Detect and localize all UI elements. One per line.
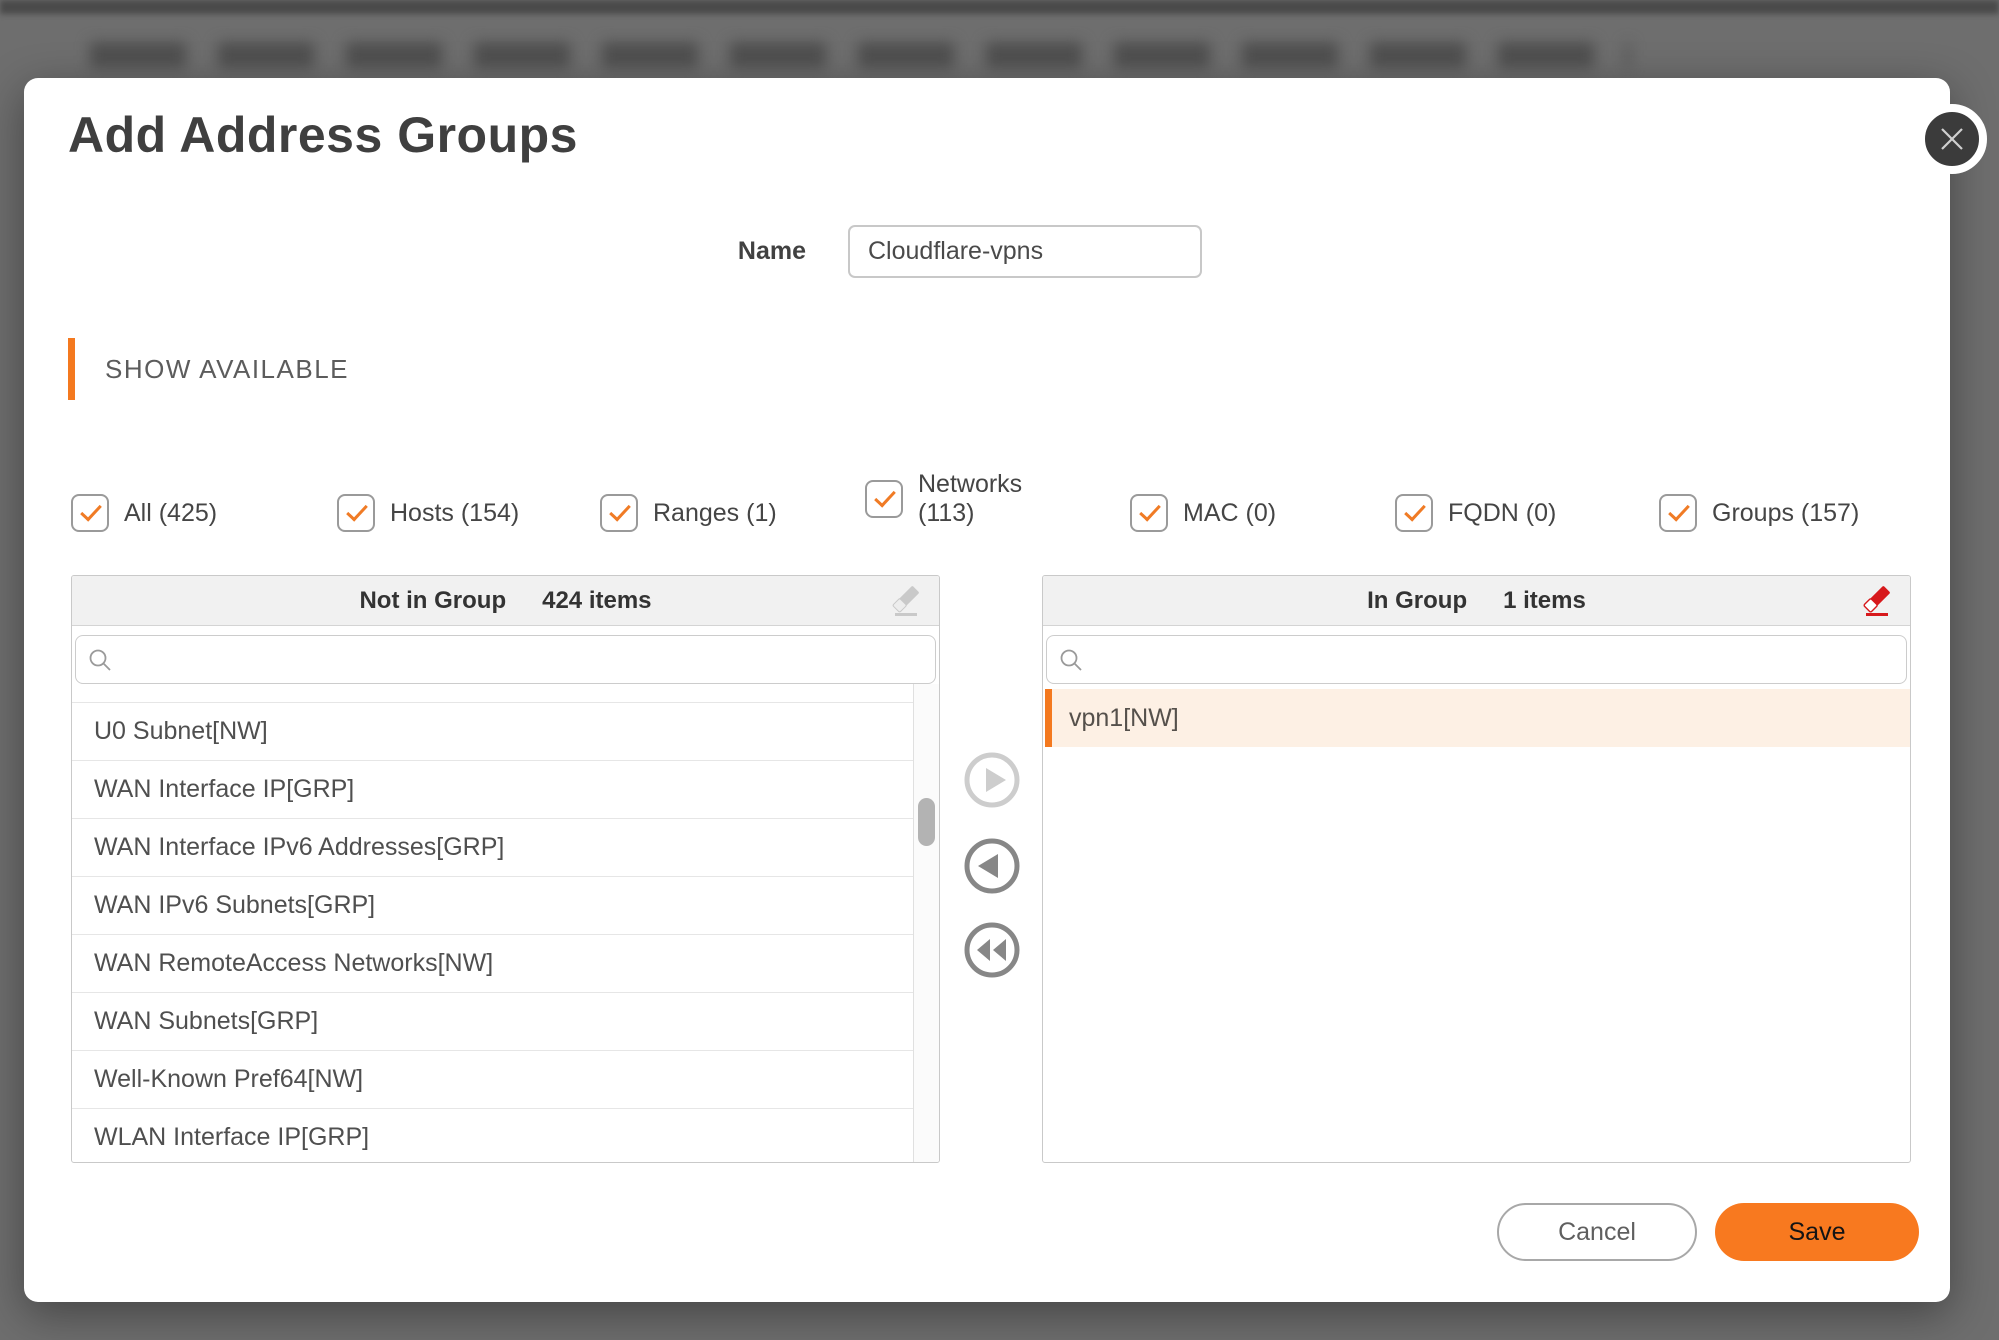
list-item[interactable]: WAN Subnets[GRP]: [72, 993, 915, 1051]
search-icon: [88, 648, 114, 674]
filter-label: FQDN (0): [1448, 499, 1556, 528]
in-group-panel: In Group 1 items vpn1[NW]: [1042, 575, 1911, 1163]
list-item[interactable]: WAN Interface IP[GRP]: [72, 761, 915, 819]
list-item[interactable]: Well-Known Pref64[NW]: [72, 1051, 915, 1109]
cancel-button[interactable]: Cancel: [1497, 1203, 1697, 1261]
list-item-partial: [72, 684, 915, 703]
filter-ranges: Ranges (1): [600, 494, 777, 532]
move-all-left-button[interactable]: [963, 921, 1021, 979]
checkmark-icon: [609, 499, 631, 521]
filter-label: Networks (113): [918, 470, 1038, 528]
checkmark-icon: [1404, 499, 1426, 521]
save-button[interactable]: Save: [1715, 1203, 1919, 1261]
double-arrow-left-icon: [963, 921, 1021, 979]
checkmark-icon: [1139, 499, 1161, 521]
search-icon: [1059, 648, 1085, 674]
section-accent-bar: [68, 338, 75, 400]
list-item[interactable]: WAN Interface IPv6 Addresses[GRP]: [72, 819, 915, 877]
scrollbar-track: [913, 684, 939, 1163]
list-item-label: vpn1[NW]: [1069, 689, 1179, 747]
checkbox-mac[interactable]: [1130, 494, 1168, 532]
move-left-button[interactable]: [963, 837, 1021, 895]
close-button[interactable]: [1917, 104, 1987, 174]
arrow-right-icon: [963, 751, 1021, 809]
list-item[interactable]: WAN RemoteAccess Networks[NW]: [72, 935, 915, 993]
eraser-icon-red: [1860, 584, 1894, 620]
checkmark-icon: [346, 499, 368, 521]
filter-label: MAC (0): [1183, 499, 1276, 528]
panel-item-count: 1 items: [1503, 587, 1586, 615]
selected-accent-bar: [1045, 689, 1052, 747]
checkbox-fqdn[interactable]: [1395, 494, 1433, 532]
panel-item-count: 424 items: [542, 587, 651, 615]
name-input[interactable]: [848, 225, 1202, 278]
eraser-icon: [889, 584, 923, 620]
filter-fqdn: FQDN (0): [1395, 494, 1556, 532]
in-group-header: In Group 1 items: [1043, 576, 1910, 626]
not-in-group-list: U0 Subnet[NW] WAN Interface IP[GRP] WAN …: [72, 684, 915, 1163]
checkmark-icon: [874, 485, 896, 507]
scrollbar-thumb[interactable]: [918, 798, 935, 846]
panel-title: In Group: [1367, 587, 1467, 615]
checkbox-hosts[interactable]: [337, 494, 375, 532]
clear-selection-button[interactable]: [889, 584, 923, 620]
search-input[interactable]: [1093, 638, 1893, 681]
checkbox-all[interactable]: [71, 494, 109, 532]
background-page-blur-strip: [0, 0, 1999, 14]
close-icon: [1925, 112, 1979, 166]
filter-groups: Groups (157): [1659, 494, 1859, 532]
background-page-blur-content: [90, 42, 1630, 68]
checkmark-icon: [80, 499, 102, 521]
list-item[interactable]: WLAN Interface IP[GRP]: [72, 1109, 915, 1163]
panel-title: Not in Group: [359, 587, 506, 615]
name-label: Name: [656, 225, 806, 278]
checkbox-networks[interactable]: [865, 480, 903, 518]
filter-label: Ranges (1): [653, 499, 777, 528]
not-in-group-panel: Not in Group 424 items U0 Subnet[NW] WAN…: [71, 575, 940, 1163]
list-item[interactable]: WAN IPv6 Subnets[GRP]: [72, 877, 915, 935]
filter-label: Groups (157): [1712, 499, 1859, 528]
arrow-left-icon: [963, 837, 1021, 895]
filter-all: All (425): [71, 494, 217, 532]
list-item[interactable]: U0 Subnet[NW]: [72, 703, 915, 761]
filter-label: All (425): [124, 499, 217, 528]
filter-networks: Networks (113): [865, 470, 1038, 528]
checkbox-groups[interactable]: [1659, 494, 1697, 532]
page-title: Add Address Groups: [68, 100, 578, 170]
in-group-searchbox: [1046, 635, 1907, 684]
not-in-group-header: Not in Group 424 items: [72, 576, 939, 626]
filter-mac: MAC (0): [1130, 494, 1276, 532]
filter-label: Hosts (154): [390, 499, 519, 528]
search-input[interactable]: [122, 638, 922, 681]
checkmark-icon: [1668, 499, 1690, 521]
clear-group-button[interactable]: [1860, 584, 1894, 620]
section-title: SHOW AVAILABLE: [105, 338, 349, 400]
move-right-button[interactable]: [963, 751, 1021, 809]
filter-hosts: Hosts (154): [337, 494, 519, 532]
add-address-groups-dialog: Add Address Groups Name SHOW AVAILABLE A…: [24, 78, 1950, 1302]
selected-list-item[interactable]: vpn1[NW]: [1045, 689, 1910, 747]
not-in-group-searchbox: [75, 635, 936, 684]
checkbox-ranges[interactable]: [600, 494, 638, 532]
